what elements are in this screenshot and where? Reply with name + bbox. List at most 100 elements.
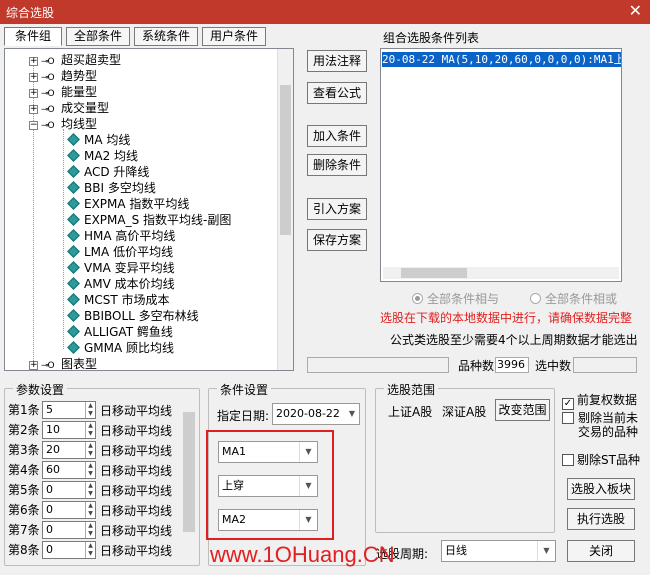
tree-group[interactable]: + ⊸O 能量型 [29, 84, 97, 100]
formula-icon [67, 213, 80, 226]
spin-up-icon[interactable]: ▲ [85, 522, 95, 530]
expand-icon[interactable]: + [29, 89, 38, 98]
scroll-thumb[interactable] [401, 268, 467, 278]
spin-down-icon[interactable]: ▼ [85, 430, 95, 438]
tree-item[interactable]: MCST 市场成本 [67, 292, 170, 308]
period-select[interactable]: 日线 ▼ [441, 540, 556, 562]
import-plan-button[interactable]: 引入方案 [307, 198, 367, 220]
spin-up-icon[interactable]: ▲ [85, 482, 95, 490]
spin-up-icon[interactable]: ▲ [85, 442, 95, 450]
delete-condition-button[interactable]: 删除条件 [307, 154, 367, 176]
tab-system-conditions[interactable]: 系统条件 [134, 27, 198, 46]
tree-item[interactable]: LMA 低价平均线 [67, 244, 173, 260]
tree-group[interactable]: + ⊸O 趋势型 [29, 68, 97, 84]
param-input[interactable]: 10 ▲ ▼ [42, 421, 96, 439]
expand-icon[interactable]: + [29, 73, 38, 82]
params-title: 参数设置 [13, 381, 68, 398]
tree-item[interactable]: BBI 多空均线 [67, 180, 156, 196]
tree-group[interactable]: + ⊸O 成交量型 [29, 100, 109, 116]
date-picker[interactable]: 2020-08-22 ▼ [272, 403, 360, 425]
tree-item[interactable]: BBIBOLL 多空布林线 [67, 308, 199, 324]
tree-item[interactable]: ACD 升降线 [67, 164, 149, 180]
formula-icon [67, 309, 80, 322]
spin-down-icon[interactable]: ▼ [85, 410, 95, 418]
scroll-thumb[interactable] [280, 85, 291, 235]
tree-item[interactable]: MA 均线 [67, 132, 130, 148]
params-scrollbar[interactable] [182, 410, 196, 560]
add-condition-button[interactable]: 加入条件 [307, 125, 367, 147]
scroll-thumb[interactable] [183, 412, 195, 532]
chevron-down-icon[interactable]: ▼ [537, 541, 555, 561]
indicator-select-2[interactable]: MA2 ▼ [218, 509, 318, 531]
logic-and-radio[interactable]: 全部条件相与 [412, 290, 499, 307]
tree-item[interactable]: ALLIGAT 鳄鱼线 [67, 324, 173, 340]
indicator-select-1[interactable]: MA1 ▼ [218, 441, 318, 463]
watermark-text: www.1OHuang.CN [210, 542, 395, 567]
param-input[interactable]: 0 ▲ ▼ [42, 521, 96, 539]
expand-icon[interactable]: + [29, 105, 38, 114]
spin-down-icon[interactable]: ▼ [85, 450, 95, 458]
exclude-st-checkbox[interactable]: 剔除ST品种 [562, 451, 640, 468]
condition-list[interactable]: 20-08-22 MA(5,10,20,60,0,0,0,0):MA1上穿 [380, 48, 622, 282]
close-icon[interactable]: ✕ [629, 1, 642, 20]
param-row: 第7条 0 ▲ ▼ 日移动平均线 [8, 521, 173, 539]
tree-item[interactable]: AMV 成本价均线 [67, 276, 175, 292]
tree-group-open[interactable]: − ⊸O 均线型 [29, 116, 97, 132]
spin-up-icon[interactable]: ▲ [85, 422, 95, 430]
tree-scrollbar[interactable] [277, 49, 293, 370]
chevron-down-icon[interactable]: ▼ [299, 476, 317, 496]
tree-guide-line [63, 129, 64, 349]
chevron-down-icon[interactable]: ▼ [299, 510, 317, 530]
tree-item[interactable]: MA2 均线 [67, 148, 138, 164]
adjust-checkbox[interactable]: ✓ 前复权数据 [562, 391, 637, 410]
view-formula-button[interactable]: 查看公式 [307, 82, 367, 104]
spin-up-icon[interactable]: ▲ [85, 462, 95, 470]
add-to-block-button[interactable]: 选股入板块 [567, 478, 635, 500]
param-input[interactable]: 20 ▲ ▼ [42, 441, 96, 459]
spin-down-icon[interactable]: ▼ [85, 510, 95, 518]
chevron-down-icon[interactable]: ▼ [345, 404, 359, 424]
run-selection-button[interactable]: 执行选股 [567, 508, 635, 530]
tab-user-conditions[interactable]: 用户条件 [202, 27, 266, 46]
tree-item[interactable]: HMA 高价平均线 [67, 228, 175, 244]
expand-icon[interactable]: + [29, 57, 38, 66]
param-input[interactable]: 0 ▲ ▼ [42, 541, 96, 559]
tree-item[interactable]: GMMA 顾比均线 [67, 340, 174, 356]
tab-condition-group[interactable]: 条件组 [4, 27, 62, 46]
spin-down-icon[interactable]: ▼ [85, 470, 95, 478]
condition-settings-title: 条件设置 [217, 381, 272, 398]
param-row: 第3条 20 ▲ ▼ 日移动平均线 [8, 441, 173, 459]
param-input[interactable]: 0 ▲ ▼ [42, 481, 96, 499]
param-input[interactable]: 0 ▲ ▼ [42, 501, 96, 519]
chevron-down-icon[interactable]: ▼ [299, 442, 317, 462]
exclude-untraded-checkbox[interactable] [562, 411, 577, 425]
tree-item[interactable]: EXPMA 指数平均线 [67, 196, 189, 212]
change-scope-button[interactable]: 改变范围 [495, 399, 550, 421]
expand-icon[interactable]: + [29, 361, 38, 370]
param-input[interactable]: 5 ▲ ▼ [42, 401, 96, 419]
condition-tree[interactable]: + ⊸O 超买超卖型 + ⊸O 趋势型 + ⊸O 能量型 + ⊸O 成交量型 − ⊸O 均线型 MA… [4, 48, 294, 371]
spin-down-icon[interactable]: ▼ [85, 550, 95, 558]
formula-icon [67, 229, 80, 242]
collapse-icon[interactable]: − [29, 121, 38, 130]
save-plan-button[interactable]: 保存方案 [307, 229, 367, 251]
spin-up-icon[interactable]: ▲ [85, 542, 95, 550]
spin-up-icon[interactable]: ▲ [85, 502, 95, 510]
list-item[interactable]: 20-08-22 MA(5,10,20,60,0,0,0,0):MA1上穿 [382, 52, 621, 67]
tree-group[interactable]: + ⊸O 超买超卖型 [29, 52, 121, 68]
tree-item[interactable]: EXPMA_S 指数平均线-副图 [67, 212, 231, 228]
usage-button[interactable]: 用法注释 [307, 50, 367, 72]
close-button[interactable]: 关闭 [567, 540, 635, 562]
operator-select[interactable]: 上穿 ▼ [218, 475, 318, 497]
spin-up-icon[interactable]: ▲ [85, 402, 95, 410]
spin-down-icon[interactable]: ▼ [85, 530, 95, 538]
param-input[interactable]: 60 ▲ ▼ [42, 461, 96, 479]
tree-item[interactable]: VMA 变异平均线 [67, 260, 175, 276]
list-hscroll[interactable] [383, 267, 619, 279]
tab-all-conditions[interactable]: 全部条件 [66, 27, 130, 46]
formula-icon [67, 181, 80, 194]
formula-icon [67, 165, 80, 178]
tree-group[interactable]: + ⊸O 图表型 [29, 356, 97, 370]
spin-down-icon[interactable]: ▼ [85, 490, 95, 498]
logic-or-radio[interactable]: 全部条件相或 [530, 290, 617, 307]
